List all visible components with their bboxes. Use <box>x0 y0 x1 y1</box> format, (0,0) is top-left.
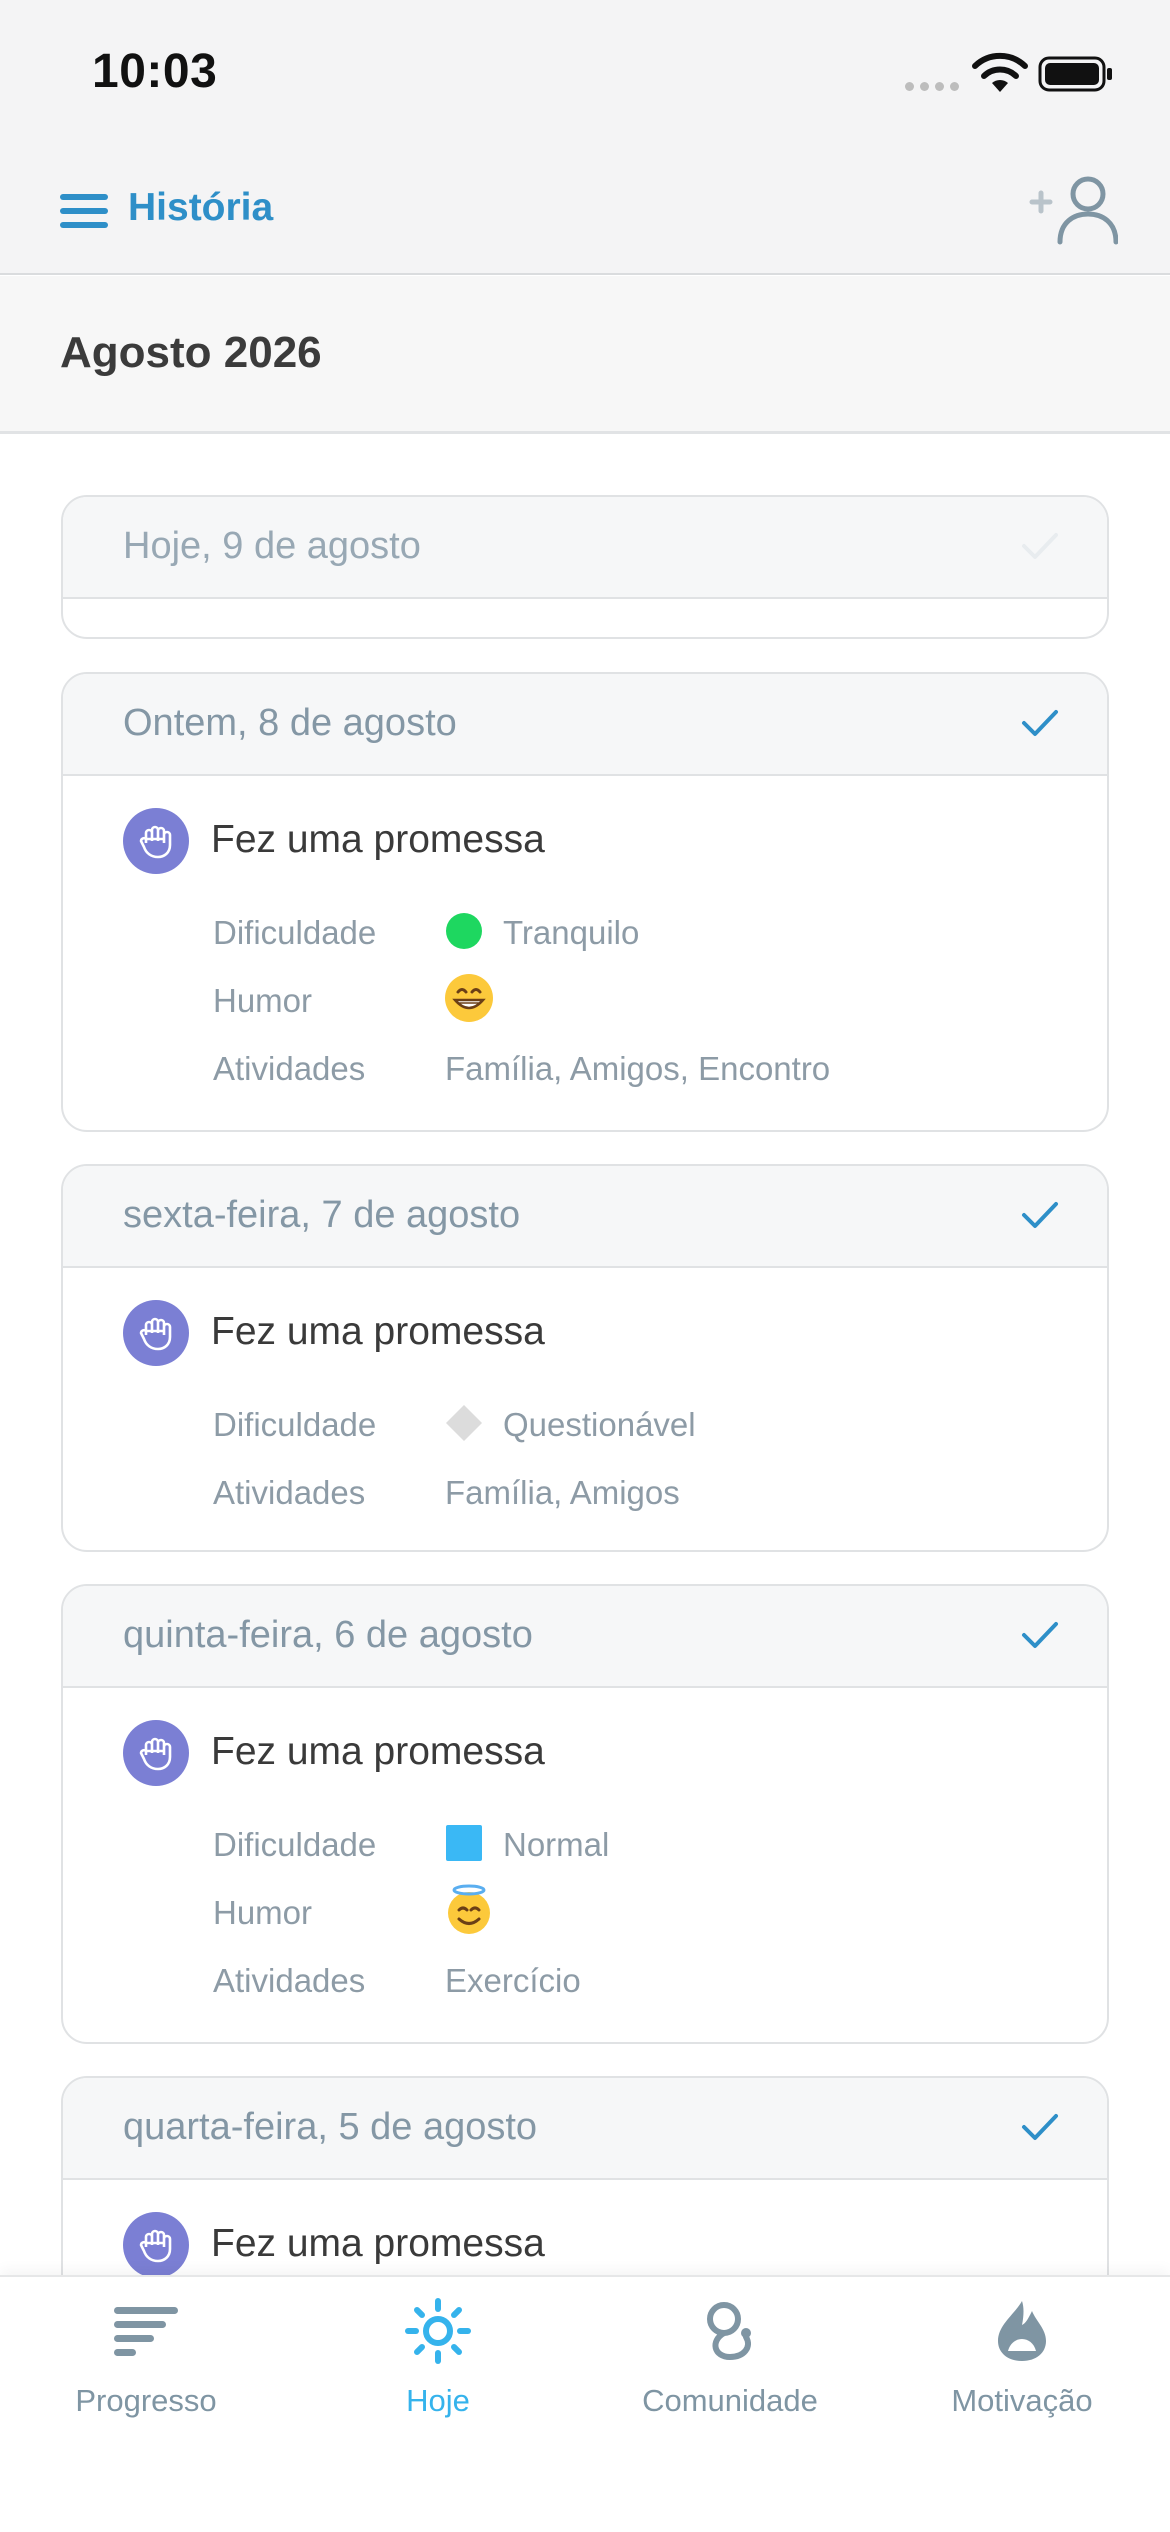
smiling-halo-face-icon <box>448 1884 490 1934</box>
status-bar: 10:03 <box>0 0 1170 150</box>
day-date: quarta-feira, 5 de agosto <box>123 2106 538 2148</box>
activities-row: Atividades Família, Amigos, Encontro <box>63 1038 1107 1106</box>
activities-label: Atividades <box>213 1962 366 1999</box>
day-card-header[interactable]: Ontem, 8 de agosto <box>63 674 1107 776</box>
difficulty-label: Dificuldade <box>213 1826 377 1863</box>
grinning-face-icon <box>445 974 493 1022</box>
promise-hand-icon <box>123 1720 189 1786</box>
difficulty-value: Tranquilo <box>503 914 640 951</box>
tab-label: Hoje <box>406 2383 470 2418</box>
activities-value: Família, Amigos, Encontro <box>445 1050 831 1087</box>
tab-progresso[interactable]: Progresso <box>0 2277 292 2477</box>
wifi-icon <box>972 52 1028 92</box>
entry-title: Fez uma promessa <box>211 818 545 861</box>
add-friend-icon[interactable] <box>1028 172 1118 252</box>
month-header: Agosto 2026 <box>0 276 1170 434</box>
menu-icon[interactable] <box>60 192 108 230</box>
tab-comunidade[interactable]: Comunidade <box>584 2277 876 2477</box>
mood-label: Humor <box>213 982 313 1019</box>
difficulty-row: Dificuldade Normal <box>63 1814 1107 1882</box>
activities-row: Atividades Família, Amigos <box>63 1462 1107 1530</box>
tab-label: Motivação <box>951 2383 1093 2418</box>
day-card-header[interactable]: quarta-feira, 5 de agosto <box>63 2078 1107 2180</box>
day-date: Hoje, 9 de agosto <box>123 525 421 567</box>
day-date: Ontem, 8 de agosto <box>123 702 457 744</box>
status-time: 10:03 <box>92 45 218 98</box>
green-circle-icon <box>446 913 482 949</box>
day-date: sexta-feira, 7 de agosto <box>123 1194 521 1236</box>
blue-square-icon <box>446 1825 482 1861</box>
day-card-header[interactable]: Hoje, 9 de agosto <box>63 497 1107 599</box>
difficulty-label: Dificuldade <box>213 914 377 951</box>
entry-title: Fez uma promessa <box>211 1310 545 1353</box>
promise-hand-icon <box>123 1300 189 1366</box>
grey-diamond-icon <box>446 1405 482 1441</box>
tab-label: Progresso <box>75 2383 217 2418</box>
activities-label: Atividades <box>213 1050 366 1087</box>
community-icon <box>707 2302 751 2361</box>
entry-title: Fez uma promessa <box>211 2222 545 2265</box>
entry-row[interactable]: Fez uma promessa <box>63 776 1107 876</box>
day-card[interactable]: Hoje, 9 de agosto <box>61 495 1109 639</box>
cellular-signal-icon <box>905 82 959 91</box>
tab-label: Comunidade <box>642 2383 818 2418</box>
sun-icon <box>405 2298 471 2364</box>
activities-value: Família, Amigos <box>445 1474 680 1511</box>
nav-header: História <box>0 150 1170 275</box>
mood-label: Humor <box>213 1894 313 1931</box>
progress-icon <box>114 2307 178 2356</box>
entry-title: Fez uma promessa <box>211 1730 545 1773</box>
day-card-header[interactable]: sexta-feira, 7 de agosto <box>63 1166 1107 1268</box>
check-icon <box>1022 710 1058 736</box>
battery-icon <box>1038 56 1112 92</box>
day-card-header[interactable]: quinta-feira, 6 de agosto <box>63 1586 1107 1688</box>
difficulty-value: Questionável <box>503 1406 696 1443</box>
day-card[interactable]: quinta-feira, 6 de agosto Fez uma promes… <box>61 1584 1109 2044</box>
motivation-icon <box>998 2301 1046 2361</box>
mood-row: Humor <box>63 1882 1107 1950</box>
difficulty-row: Dificuldade Questionável <box>63 1394 1107 1462</box>
check-icon <box>1022 2114 1058 2140</box>
promise-hand-icon <box>123 2212 189 2278</box>
day-card[interactable]: sexta-feira, 7 de agosto Fez uma promess… <box>61 1164 1109 1552</box>
check-icon <box>1022 1622 1058 1648</box>
difficulty-label: Dificuldade <box>213 1406 377 1443</box>
activities-value: Exercício <box>445 1962 581 1999</box>
difficulty-value: Normal <box>503 1826 610 1863</box>
page-title[interactable]: História <box>128 186 273 230</box>
tab-motivacao[interactable]: Motivação <box>876 2277 1168 2477</box>
check-icon <box>1022 1202 1058 1228</box>
entry-row[interactable]: Fez uma promessa <box>63 2180 1107 2280</box>
day-card[interactable]: Ontem, 8 de agosto Fez uma promessa Difi… <box>61 672 1109 1132</box>
check-icon <box>1022 533 1058 559</box>
promise-hand-icon <box>123 808 189 874</box>
month-title: Agosto 2026 <box>60 328 322 377</box>
tab-bar: Progresso Hoje Comunidade Motivação <box>0 2275 1170 2532</box>
activities-label: Atividades <box>213 1474 366 1511</box>
difficulty-row: Dificuldade Tranquilo <box>63 902 1107 970</box>
entry-row[interactable]: Fez uma promessa <box>63 1268 1107 1368</box>
tab-hoje[interactable]: Hoje <box>292 2277 584 2477</box>
mood-row: Humor <box>63 970 1107 1038</box>
screen: 10:03 História Agosto 2026 Hoje, 9 de ag… <box>0 0 1170 2532</box>
day-date: quinta-feira, 6 de agosto <box>123 1614 533 1656</box>
activities-row: Atividades Exercício <box>63 1950 1107 2018</box>
entry-row[interactable]: Fez uma promessa <box>63 1688 1107 1788</box>
